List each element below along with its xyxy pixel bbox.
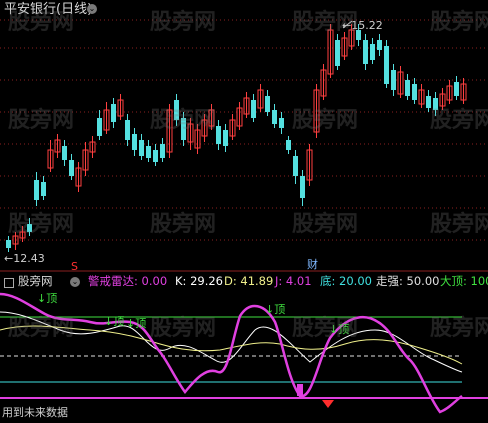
watermark: 股旁网 — [430, 10, 488, 35]
candle-body — [363, 40, 368, 64]
watermark: 股旁网 — [292, 10, 359, 35]
candle-body — [97, 118, 102, 136]
candle-body — [272, 110, 277, 124]
candle-body — [286, 140, 291, 150]
low-price-label: ←12.43 — [4, 252, 45, 265]
watermark: 股旁网 — [150, 108, 217, 133]
finance-marker: 财 — [307, 257, 318, 271]
watermark: 股旁网 — [8, 316, 75, 341]
watermark: 股旁网 — [430, 316, 488, 341]
candle-body — [391, 70, 396, 90]
sell-marker: S — [71, 260, 78, 273]
watermark: 股旁网 — [150, 212, 217, 237]
bottom-signal-bar — [297, 384, 303, 396]
watermark: 股旁网 — [8, 212, 75, 237]
warning-radar-value: 警戒雷达: 0.00 — [88, 274, 168, 288]
top-value: 大顶: 100 — [440, 274, 488, 288]
top-signal-mark: ↓顶 — [265, 303, 285, 316]
future-data-note: 用到未来数据 — [2, 406, 68, 419]
k-value: K: 29.26 — [175, 274, 223, 288]
bottom-value: 底: 20.00 — [320, 274, 372, 288]
warning-diamond-icon — [322, 400, 334, 408]
d-value: D: 41.89 — [224, 274, 274, 288]
candle-body — [139, 140, 144, 156]
candle-body — [279, 118, 284, 128]
candle-body — [377, 40, 382, 50]
candle-body — [160, 144, 165, 158]
candle-body — [62, 146, 67, 160]
candle-body — [412, 84, 417, 100]
j-value: J: 4.01 — [275, 274, 312, 288]
candle-body — [34, 180, 39, 200]
watermark: 股旁网 — [8, 108, 75, 133]
chart-window: ←15.22 ←12.43 S 财 ↓顶 ↓顶 ↓顶 ↓顶 ↓顶 平安银行(日线) ⌄ 股旁网 … — [0, 0, 488, 423]
candle-body — [370, 44, 375, 60]
candle-body — [265, 96, 270, 112]
candle-body — [216, 126, 221, 144]
watermark: 股旁网 — [430, 108, 488, 133]
candle-body — [405, 80, 410, 96]
candle-body — [454, 82, 459, 96]
candle-body — [153, 150, 158, 162]
top-signal-mark: ↓顶 — [126, 317, 146, 330]
indicator-settings-icon[interactable]: ⌄ — [70, 277, 80, 287]
watermark: 股旁网 — [150, 316, 217, 341]
watermark: 股旁网 — [292, 108, 359, 133]
indicator-name: 股旁网 — [18, 274, 53, 288]
watermark: 股旁网 — [292, 212, 359, 237]
top-signal-mark: ↓顶 — [104, 315, 124, 328]
candle-body — [293, 156, 298, 176]
candle-body — [335, 40, 340, 66]
candle-body — [384, 46, 389, 84]
candle-body — [125, 120, 130, 140]
strong-value: 走强: 50.00 — [376, 274, 440, 288]
watermark: 股旁网 — [292, 316, 359, 341]
candle-body — [111, 104, 116, 122]
candle-body — [223, 130, 228, 146]
candle-body — [251, 100, 256, 118]
candle-body — [41, 182, 46, 196]
watermark: 股旁网 — [150, 10, 217, 35]
watermark: 股旁网 — [430, 212, 488, 237]
top-signal-mark: ↓顶 — [37, 292, 57, 305]
settings-gear-icon[interactable]: ⌄ — [87, 4, 97, 14]
candle-body — [69, 160, 74, 176]
candle-body — [132, 134, 137, 150]
indicator-toggle-icon[interactable] — [4, 278, 14, 288]
watermark: 股旁网 — [8, 10, 75, 35]
candle-body — [300, 176, 305, 198]
candle-body — [146, 146, 151, 158]
candle-body — [6, 240, 11, 248]
